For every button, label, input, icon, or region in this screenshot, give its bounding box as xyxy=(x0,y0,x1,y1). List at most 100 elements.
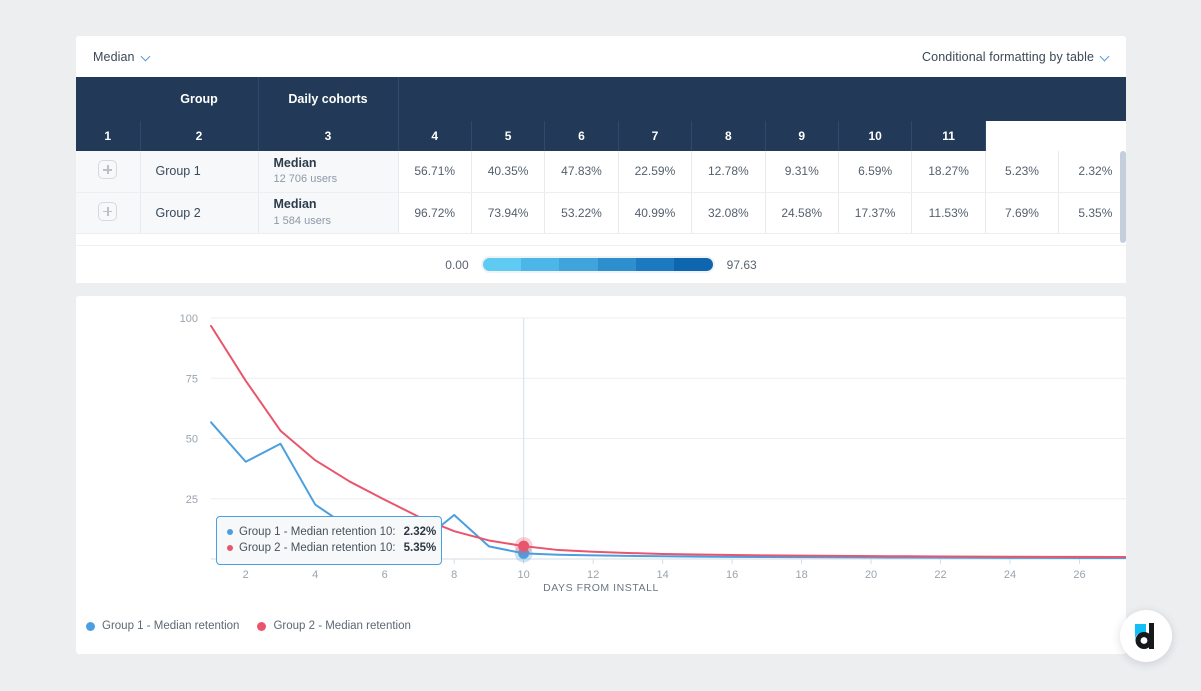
legend-label: Group 2 - Median retention xyxy=(273,620,410,632)
cell-value: 40.99% xyxy=(618,192,691,233)
cell-value: 5.23% xyxy=(985,151,1058,192)
expand-row-cell[interactable] xyxy=(76,192,140,233)
cell-value: 53.22% xyxy=(545,192,618,233)
chart-tooltip: Group 1 - Median retention 10: 2.32% Gro… xyxy=(216,516,442,565)
x-axis-tick-label: 6 xyxy=(382,569,388,581)
table-header-top: Group Daily cohorts xyxy=(76,77,1126,121)
cell-value: 17.37% xyxy=(838,192,911,233)
scale-segment xyxy=(674,258,712,271)
y-axis-tick-label: 75 xyxy=(186,373,198,385)
header-day-9[interactable]: 9 xyxy=(765,121,838,151)
x-axis-tick-label: 10 xyxy=(518,569,530,581)
color-scale-legend: 0.00 97.63 xyxy=(76,245,1126,283)
chevron-down-icon xyxy=(142,52,151,61)
x-axis-tick-label: 18 xyxy=(795,569,807,581)
legend-label: Group 1 - Median retention xyxy=(102,620,239,632)
cell-value: 5.35% xyxy=(1059,192,1126,233)
header-daily-cohorts[interactable]: Daily cohorts xyxy=(258,77,398,121)
y-axis-tick-label: 25 xyxy=(186,494,198,506)
cohort-users-count: 1 584 users xyxy=(274,214,398,228)
header-day-10[interactable]: 10 xyxy=(838,121,911,151)
cell-value: 2.32% xyxy=(1059,151,1126,192)
tooltip-value: 2.32% xyxy=(404,524,437,540)
cohort-title: Median xyxy=(274,156,398,172)
scale-min-value: 0.00 xyxy=(445,258,468,272)
x-axis-tick-label: 22 xyxy=(934,569,946,581)
cell-value: 6.59% xyxy=(838,151,911,192)
legend-dot-icon xyxy=(86,622,95,631)
header-day-2[interactable]: 2 xyxy=(140,121,258,151)
devtodev-d-logo-icon xyxy=(1131,621,1161,651)
app-root: Median Conditional formatting by table G… xyxy=(0,0,1201,691)
metric-selector[interactable]: Median xyxy=(93,50,151,64)
conditional-formatting-label: Conditional formatting by table xyxy=(922,50,1094,64)
plus-icon[interactable] xyxy=(98,202,117,221)
cohort-users-count: 12 706 users xyxy=(274,172,398,186)
header-day-4[interactable]: 4 xyxy=(398,121,471,151)
header-day-8[interactable]: 8 xyxy=(692,121,765,151)
y-axis-tick-label: 100 xyxy=(180,313,198,325)
conditional-formatting-selector[interactable]: Conditional formatting by table xyxy=(922,50,1110,64)
x-axis-tick-label: 4 xyxy=(312,569,318,581)
cell-value: 24.58% xyxy=(765,192,838,233)
cell-value: 12.78% xyxy=(692,151,765,192)
support-widget-button[interactable] xyxy=(1120,610,1172,662)
x-axis-title: DAYS FROM INSTALL xyxy=(76,582,1126,594)
tooltip-dot-icon xyxy=(227,545,233,551)
x-axis-tick-label: 26 xyxy=(1073,569,1085,581)
tooltip-label: Group 2 - Median retention 10: xyxy=(239,540,396,556)
retention-chart-card: 255075100246810121416182022242628 DAYS F… xyxy=(76,296,1126,654)
legend-item[interactable]: Group 1 - Median retention xyxy=(86,620,239,632)
chevron-down-icon xyxy=(1101,52,1110,61)
table-row[interactable]: Group 1 Median 12 706 users 56.71% 40.35… xyxy=(76,151,1126,192)
table-row[interactable]: Group 2 Median 1 584 users 96.72% 73.94%… xyxy=(76,192,1126,233)
x-axis-tick-label: 2 xyxy=(243,569,249,581)
table-vertical-scrollbar[interactable] xyxy=(1120,151,1126,243)
header-group[interactable]: Group xyxy=(140,77,258,121)
tooltip-value: 5.35% xyxy=(404,540,437,556)
row-group-name: Group 1 xyxy=(140,151,258,192)
cell-value: 56.71% xyxy=(398,151,471,192)
cell-value: 7.69% xyxy=(985,192,1058,233)
table-header-days: 1 2 3 4 5 6 7 8 9 10 11 xyxy=(76,121,1126,151)
header-day-7[interactable]: 7 xyxy=(618,121,691,151)
plus-icon[interactable] xyxy=(98,160,117,179)
row-cohort-cell: Median 1 584 users xyxy=(258,192,398,233)
header-day-11[interactable]: 11 xyxy=(912,121,985,151)
x-axis-tick-label: 24 xyxy=(1004,569,1016,581)
cohort-table: Group Daily cohorts 1 2 3 4 5 6 7 8 xyxy=(76,77,1126,234)
chart-legend: Group 1 - Median retention Group 2 - Med… xyxy=(86,620,411,632)
cell-value: 9.31% xyxy=(765,151,838,192)
cell-value: 18.27% xyxy=(912,151,985,192)
header-day-3[interactable]: 3 xyxy=(258,121,398,151)
x-axis-tick-label: 20 xyxy=(865,569,877,581)
row-group-name: Group 2 xyxy=(140,192,258,233)
scale-segment xyxy=(559,258,597,271)
table-toolbar: Median Conditional formatting by table xyxy=(76,36,1126,77)
cohort-title: Median xyxy=(274,197,398,213)
x-axis-tick-label: 16 xyxy=(726,569,738,581)
row-cohort-cell: Median 12 706 users xyxy=(258,151,398,192)
header-day-5[interactable]: 5 xyxy=(471,121,544,151)
cell-value: 73.94% xyxy=(471,192,544,233)
tooltip-row: Group 1 - Median retention 10: 2.32% xyxy=(227,524,431,540)
legend-item[interactable]: Group 2 - Median retention xyxy=(257,620,410,632)
header-day-6[interactable]: 6 xyxy=(545,121,618,151)
legend-dot-icon xyxy=(257,622,266,631)
header-days-span xyxy=(398,77,1126,121)
y-axis-tick-label: 50 xyxy=(186,434,198,446)
scale-segment xyxy=(521,258,559,271)
tooltip-row: Group 2 - Median retention 10: 5.35% xyxy=(227,540,431,556)
color-scale-bar xyxy=(483,258,713,271)
x-axis-tick-label: 8 xyxy=(451,569,457,581)
chart-point-marker[interactable] xyxy=(518,541,529,552)
x-axis-tick-label: 12 xyxy=(587,569,599,581)
header-day-1[interactable]: 1 xyxy=(76,121,140,151)
table-body: Group 1 Median 12 706 users 56.71% 40.35… xyxy=(76,151,1126,233)
scale-segment xyxy=(598,258,636,271)
expand-row-cell[interactable] xyxy=(76,151,140,192)
scale-segment xyxy=(483,258,521,271)
cell-value: 32.08% xyxy=(692,192,765,233)
x-axis-tick-label: 14 xyxy=(657,569,669,581)
cell-value: 11.53% xyxy=(912,192,985,233)
